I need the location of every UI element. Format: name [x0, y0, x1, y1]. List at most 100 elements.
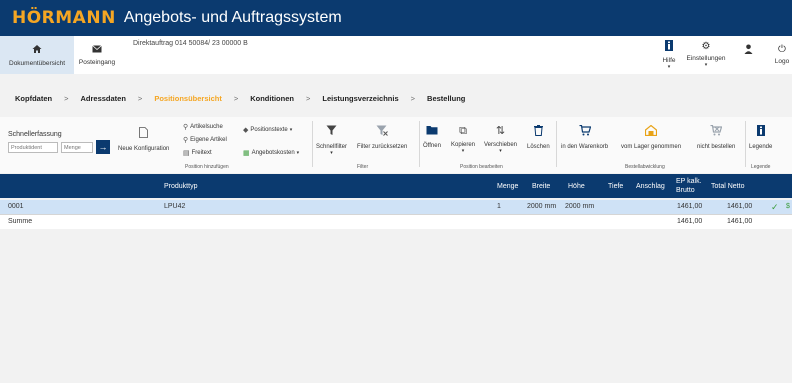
group-divider — [312, 121, 313, 167]
schnellerfassung-submit-button[interactable]: → — [96, 140, 110, 154]
group-label-bestellabwicklung: Bestellabwicklung — [625, 164, 665, 170]
filter-reset-icon — [376, 125, 389, 140]
group-divider — [556, 121, 557, 167]
summe-ep-kalk: 1461,00 — [677, 218, 703, 225]
step-leistungsverzeichnis[interactable]: Leistungsverzeichnis — [322, 94, 398, 103]
legende-button[interactable]: Legende — [749, 125, 772, 150]
cell-ep-kalk: 1461,00 — [677, 203, 703, 210]
einstellungen-button[interactable]: ⚙ Einstellungen ▾ — [683, 36, 729, 74]
verschieben-button[interactable]: ⇅ Verschieben ▾ — [484, 125, 517, 154]
info-icon — [665, 40, 673, 54]
user-button[interactable] — [738, 36, 758, 74]
in-den-warenkorb-button[interactable]: in den Warenkorb — [561, 124, 609, 150]
group-label-filter: Filter — [357, 164, 369, 170]
chevron-down-icon: ▾ — [499, 148, 502, 154]
vom-lager-label: vom Lager genommen — [621, 144, 682, 150]
schnellfilter-button[interactable]: Schnellfilter ▾ — [316, 125, 347, 156]
step-adressdaten[interactable]: Adressdaten — [80, 94, 125, 103]
text-icon: ▤ — [183, 150, 190, 157]
logout-button[interactable]: ⏻ Logo — [772, 36, 792, 74]
oeffnen-button[interactable]: Öffnen — [423, 125, 441, 149]
copy-icon: ⧉ — [459, 125, 467, 137]
cart-icon — [579, 124, 591, 140]
home-icon — [32, 44, 42, 57]
gear-icon: ⚙ — [701, 41, 711, 52]
top-nav: Dokumentübersicht Posteingang Direktauft… — [0, 36, 792, 74]
freitext-label: Freitext — [191, 150, 212, 156]
new-document-icon — [139, 127, 149, 142]
tag-icon: ◆ — [243, 127, 249, 134]
order-info: Direktauftrag 014 50084/ 23 00000 B — [133, 40, 248, 47]
col-header-produkttyp[interactable]: Produkttyp — [164, 174, 197, 198]
kopieren-button[interactable]: ⧉ Kopieren ▾ — [451, 125, 475, 154]
col-header-hoehe[interactable]: Höhe — [568, 174, 585, 198]
posteingang-label: Posteingang — [78, 58, 116, 66]
posteingang-button[interactable]: Posteingang — [75, 36, 119, 74]
chevron-down-icon: ▾ — [330, 150, 333, 156]
table-row[interactable]: 0001 LPU42 1 2000 mm 2000 mm 1461,00 146… — [0, 200, 792, 214]
neue-konfiguration-label: Neue Konfiguration — [118, 146, 170, 152]
dokumentuebersicht-label: Dokumentübersicht — [9, 59, 65, 67]
folder-open-icon — [426, 125, 438, 139]
search-icon: ⚲ — [183, 137, 189, 144]
nicht-bestellen-label: nicht bestellen — [697, 144, 736, 150]
vom-lager-button[interactable]: vom Lager genommen — [621, 124, 682, 150]
chevron-down-icon: ▾ — [704, 62, 708, 68]
user-icon — [744, 44, 753, 57]
step-bestellung[interactable]: Bestellung — [427, 94, 465, 103]
angebotskosten-button[interactable]: ▦ Angebotskosten ▾ — [243, 149, 299, 157]
step-positionsuebersicht[interactable]: Positionsübersicht — [154, 94, 222, 103]
brand-logo: HÖRMANN — [12, 8, 116, 28]
app-title: Angebots- und Auftragssystem — [123, 9, 342, 26]
summary-row: Summe 1461,00 1461,00 — [0, 215, 792, 229]
hilfe-label: Hilfe — [662, 57, 676, 64]
col-header-total-netto[interactable]: Total Netto — [711, 174, 744, 198]
freitext-button[interactable]: ▤ Freitext — [183, 149, 212, 157]
produktident-input[interactable] — [8, 142, 58, 153]
col-header-ep-kalk-line2: Brutto — [676, 187, 695, 194]
warehouse-icon — [644, 124, 658, 140]
loeschen-label: Löschen — [527, 144, 550, 150]
col-header-breite[interactable]: Breite — [532, 174, 550, 198]
step-bar: Kopfdaten > Adressdaten > Positionsübers… — [15, 93, 466, 103]
schnellerfassung-label: Schnellerfassung — [8, 131, 62, 138]
group-divider — [419, 121, 420, 167]
neue-konfiguration-button[interactable]: Neue Konfiguration — [118, 127, 169, 152]
eigene-artikel-button[interactable]: ⚲ Eigene Artikel — [183, 136, 227, 144]
hilfe-button[interactable]: Hilfe ▾ — [657, 36, 681, 74]
col-header-tiefe[interactable]: Tiefe — [608, 174, 623, 198]
angebotskosten-label: Angebotskosten — [251, 150, 295, 156]
ribbon-toolbar: Schnellerfassung → Neue Konfiguration ⚲ … — [0, 117, 792, 173]
loeschen-button[interactable]: Löschen — [527, 125, 550, 150]
filter-zuruecksetzen-button[interactable]: Filter zurücksetzen — [357, 125, 407, 150]
chevron-down-icon: ▾ — [667, 64, 671, 70]
move-arrows-icon: ⇅ — [495, 125, 506, 137]
envelope-icon — [92, 44, 102, 56]
cell-total-netto: 1461,00 — [727, 203, 753, 210]
col-header-ep-kalk[interactable]: EP kalk. Brutto — [676, 174, 702, 198]
search-icon: ⚲ — [183, 124, 189, 131]
cell-menge: 1 — [497, 203, 501, 210]
step-kopfdaten[interactable]: Kopfdaten — [15, 94, 52, 103]
menge-input[interactable] — [61, 142, 93, 153]
col-header-anschlag[interactable]: Anschlag — [636, 174, 665, 198]
artikelsuche-button[interactable]: ⚲ Artikelsuche — [183, 123, 223, 131]
positionstexte-button[interactable]: ◆ Positionstexte ▾ — [243, 126, 292, 134]
nicht-bestellen-button[interactable]: nicht bestellen — [697, 124, 736, 150]
logout-label: Logo — [774, 58, 790, 65]
filter-icon — [326, 125, 337, 140]
cell-position: 0001 — [8, 203, 24, 210]
col-header-menge[interactable]: Menge — [497, 174, 518, 198]
cell-produkttyp: LPU42 — [164, 203, 186, 210]
filter-zuruecksetzen-label: Filter zurücksetzen — [357, 144, 408, 150]
oeffnen-label: Öffnen — [423, 143, 441, 149]
table-header: Produkttyp Menge Breite Höhe Tiefe Ansch… — [0, 174, 792, 198]
artikelsuche-label: Artikelsuche — [190, 124, 223, 130]
chevron-down-icon: ▾ — [296, 150, 300, 156]
in-den-warenkorb-label: in den Warenkorb — [561, 144, 609, 150]
calculator-icon: ▦ — [243, 150, 250, 157]
dokumentuebersicht-button[interactable]: Dokumentübersicht — [0, 36, 74, 74]
step-konditionen[interactable]: Konditionen — [250, 94, 294, 103]
cell-hoehe: 2000 mm — [565, 203, 595, 210]
chevron-down-icon: ▾ — [289, 127, 293, 133]
